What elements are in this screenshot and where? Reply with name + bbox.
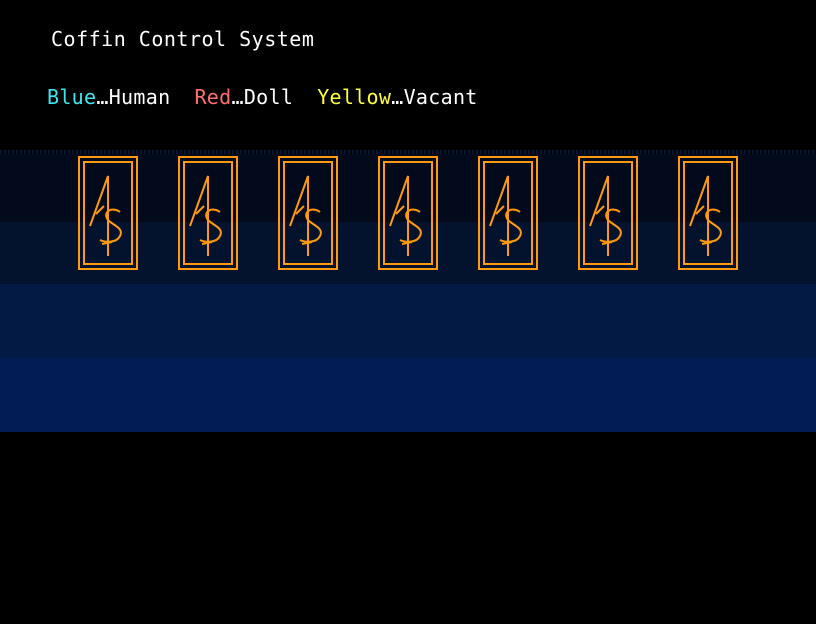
coffin-slot-1[interactable] [78,156,138,270]
status-legend: Blue…Human Red…Doll Yellow…Vacant [47,83,478,111]
coffin-slot-3[interactable] [278,156,338,270]
legend-blue-meaning: Human [108,85,171,109]
screen-title: Coffin Control System [51,27,315,51]
legend-yellow-label: Yellow [317,85,392,109]
legend-red-label: Red [194,85,232,109]
as-emblem-icon [678,156,738,270]
as-emblem-icon [278,156,338,270]
coffin-row [0,156,816,270]
as-emblem-icon [578,156,638,270]
coffin-slot-2[interactable] [178,156,238,270]
as-emblem-icon [478,156,538,270]
legend-yellow-separator: … [391,85,404,109]
as-emblem-icon [78,156,138,270]
coffin-slot-6[interactable] [578,156,638,270]
coffin-slot-5[interactable] [478,156,538,270]
coffin-slot-4[interactable] [378,156,438,270]
legend-red-separator: … [231,85,244,109]
coffin-slot-7[interactable] [678,156,738,270]
chamber-band [0,358,816,432]
chamber-top-edge [0,150,816,154]
as-emblem-icon [378,156,438,270]
legend-blue-label: Blue [47,85,97,109]
legend-blue-separator: … [96,85,109,109]
legend-yellow-meaning: Vacant [403,85,478,109]
chamber-band [0,284,816,358]
as-emblem-icon [178,156,238,270]
legend-red-meaning: Doll [243,85,294,109]
